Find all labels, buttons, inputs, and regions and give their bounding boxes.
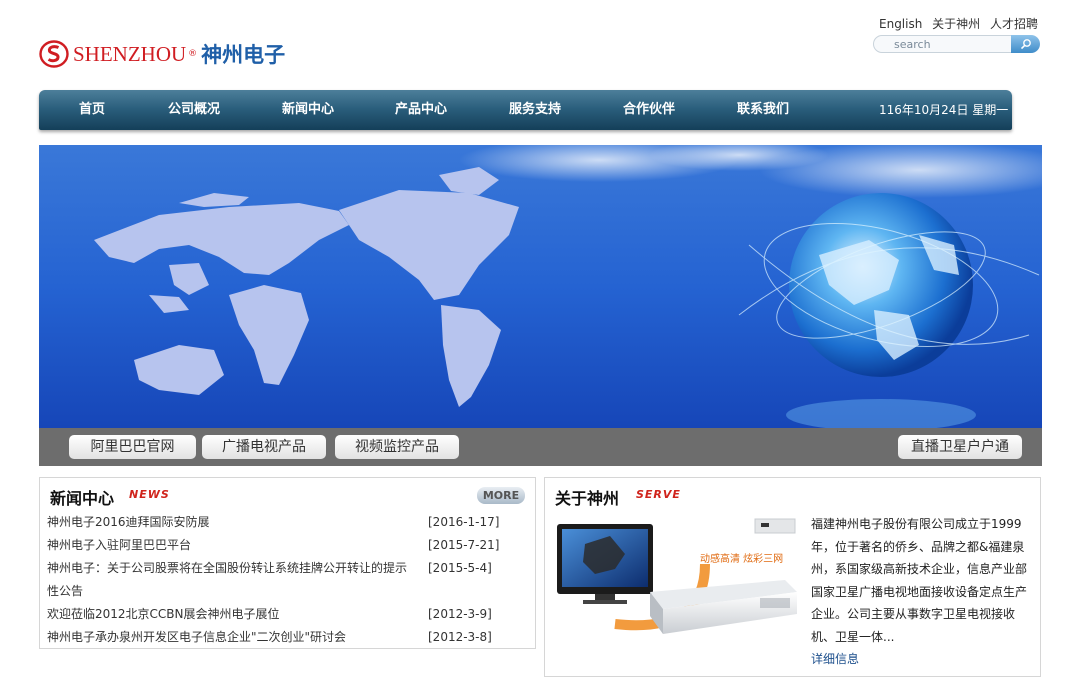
link-about[interactable]: 关于神州: [932, 17, 980, 31]
about-text-block: 福建神州电子股份有限公司成立于1999年，位于著名的侨乡、品牌之都&福建泉州，系…: [811, 513, 1033, 671]
news-item-date: [2015-7-21]: [428, 538, 500, 552]
news-item-date: [2016-1-17]: [428, 515, 500, 529]
about-panel: 关于神州 SERVE 动感高清 炫彩三网 福建神州电子股份有限公司成立于1999…: [544, 477, 1041, 677]
world-map-globe-image: [94, 145, 1042, 428]
search-box: [873, 35, 1040, 55]
nav-date: 116年10月24日 星期一: [879, 103, 1009, 117]
nav-item-support[interactable]: 服务支持: [509, 90, 561, 130]
hero-banner[interactable]: [39, 145, 1042, 428]
about-product-image: 动感高清 炫彩三网: [555, 514, 799, 641]
logo[interactable]: SHENZHOU ® 神州电子: [39, 40, 322, 68]
news-item-title[interactable]: 神州电子：关于公司股票将在全国股份转让系统挂牌公开转让的提示性公告: [47, 557, 409, 603]
search-input[interactable]: [873, 35, 1013, 53]
news-item: 神州电子承办泉州开发区电子信息企业"二次创业"研讨会 [2012-3-8]: [47, 626, 527, 649]
news-item: 欢迎莅临2012北京CCBN展会神州电子展位 [2012-3-9]: [47, 603, 527, 626]
news-item-title[interactable]: 神州电子承办泉州开发区电子信息企业"二次创业"研讨会: [47, 626, 409, 649]
about-title: 关于神州: [555, 489, 620, 508]
quick-link-satellite[interactable]: 直播卫星户户通: [898, 435, 1022, 459]
news-item: 神州电子：关于公司股票将在全国股份转让系统挂牌公开转让的提示性公告 [2015-…: [47, 557, 527, 603]
main-nav: 首页 公司概况 新闻中心 产品中心 服务支持 合作伙伴 联系我们 116年10月…: [39, 90, 1012, 130]
news-item-title[interactable]: 神州电子入驻阿里巴巴平台: [47, 534, 409, 557]
quick-link-broadcast[interactable]: 广播电视产品: [202, 435, 326, 459]
news-item: 神州电子2016迪拜国际安防展 [2016-1-17]: [47, 511, 527, 534]
nav-item-news[interactable]: 新闻中心: [282, 90, 334, 130]
search-button[interactable]: [1011, 35, 1040, 53]
news-item-date: [2012-3-9]: [428, 607, 492, 621]
nav-item-partners[interactable]: 合作伙伴: [623, 90, 675, 130]
news-item: 神州电子入驻阿里巴巴平台 [2015-7-21]: [47, 534, 527, 557]
news-panel: 新闻中心 NEWS MORE 神州电子2016迪拜国际安防展 [2016-1-1…: [39, 477, 536, 649]
news-item-date: [2015-5-4]: [428, 561, 492, 575]
logo-mark-icon: [39, 40, 69, 68]
news-item-title[interactable]: 神州电子2016迪拜国际安防展: [47, 511, 409, 534]
news-tag: NEWS: [129, 488, 170, 501]
about-image-caption: 动感高清 炫彩三网: [700, 552, 783, 565]
about-tag: SERVE: [636, 488, 681, 501]
quick-link-alibaba[interactable]: 阿里巴巴官网: [69, 435, 196, 459]
top-links: English 关于神州 人才招聘: [879, 15, 1044, 32]
nav-item-home[interactable]: 首页: [79, 90, 105, 130]
nav-item-products[interactable]: 产品中心: [395, 90, 447, 130]
logo-text-cn: 神州电子: [201, 43, 286, 67]
link-careers[interactable]: 人才招聘: [990, 17, 1038, 31]
news-item-title[interactable]: 欢迎莅临2012北京CCBN展会神州电子展位: [47, 603, 409, 626]
about-description: 福建神州电子股份有限公司成立于1999年，位于著名的侨乡、品牌之都&福建泉州，系…: [811, 517, 1028, 644]
news-more-button[interactable]: MORE: [477, 487, 525, 504]
link-english[interactable]: English: [879, 17, 922, 31]
logo-registered: ®: [188, 49, 198, 59]
news-item-date: [2012-3-8]: [428, 630, 492, 644]
logo-text-en: SHENZHOU: [73, 41, 187, 66]
quick-links-bar: 阿里巴巴官网 广播电视产品 视频监控产品 直播卫星户户通: [39, 428, 1042, 466]
nav-item-contact[interactable]: 联系我们: [737, 90, 789, 130]
quick-link-surveillance[interactable]: 视频监控产品: [335, 435, 459, 459]
news-list: 神州电子2016迪拜国际安防展 [2016-1-17] 神州电子入驻阿里巴巴平台…: [47, 511, 527, 649]
news-title: 新闻中心: [50, 489, 115, 508]
nav-item-company[interactable]: 公司概况: [168, 90, 220, 130]
search-icon: [1020, 39, 1031, 50]
about-more-link[interactable]: 详细信息: [811, 648, 1033, 671]
